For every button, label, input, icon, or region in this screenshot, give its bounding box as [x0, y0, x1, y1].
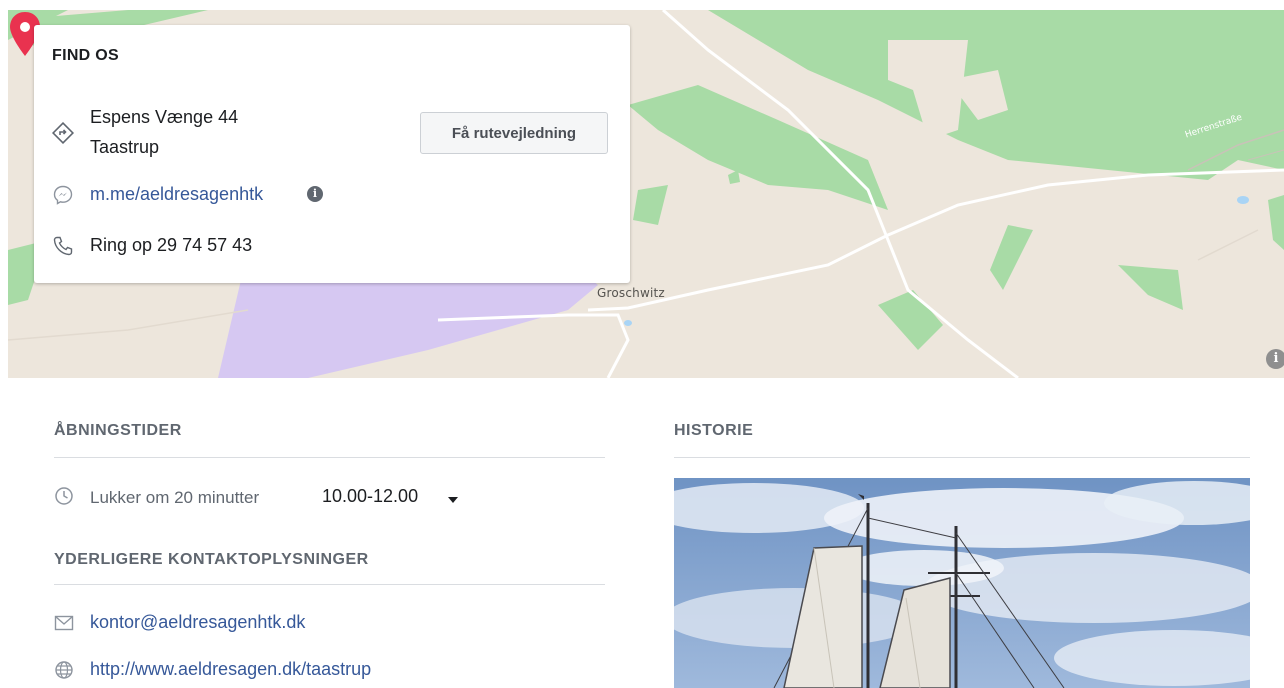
- divider: [54, 584, 605, 585]
- find-us-title: FIND OS: [52, 47, 119, 64]
- history-image[interactable]: [674, 478, 1250, 688]
- map-info-icon[interactable]: i: [1266, 349, 1284, 369]
- messenger-link[interactable]: m.me/aeldresagenhtk: [90, 184, 263, 205]
- more-contact-heading: YDERLIGERE KONTAKTOPLYSNINGER: [54, 551, 369, 568]
- address-line-2: Taastrup: [90, 137, 160, 157]
- globe-icon: [55, 661, 73, 679]
- get-directions-button[interactable]: Få rutevejledning: [420, 112, 608, 154]
- divider: [54, 457, 605, 458]
- map-town-label: Groschwitz: [597, 286, 665, 300]
- clock-icon: [55, 487, 73, 505]
- messenger-icon: [53, 185, 73, 205]
- info-icon[interactable]: i: [307, 186, 323, 202]
- phone-number[interactable]: Ring op 29 74 57 43: [90, 235, 252, 256]
- divider: [674, 457, 1250, 458]
- email-link[interactable]: kontor@aeldresagenhtk.dk: [90, 612, 305, 633]
- find-us-card: FIND OS Espens Vænge 44 Taastrup Få rute…: [34, 25, 630, 283]
- chevron-down-icon[interactable]: [448, 497, 458, 503]
- address-line-1: Espens Vænge 44: [90, 107, 239, 127]
- hours-dropdown[interactable]: 10.00-12.00: [322, 486, 418, 507]
- phone-icon: [53, 236, 73, 256]
- envelope-icon: [54, 615, 74, 631]
- sailing-ship-image: [674, 478, 1250, 688]
- directions-icon: [52, 122, 74, 144]
- opening-hours-heading: ÅBNINGSTIDER: [54, 422, 182, 439]
- history-heading: HISTORIE: [674, 422, 754, 439]
- website-link[interactable]: http://www.aeldresagen.dk/taastrup: [90, 659, 371, 680]
- hours-status: Lukker om 20 minutter: [90, 488, 260, 507]
